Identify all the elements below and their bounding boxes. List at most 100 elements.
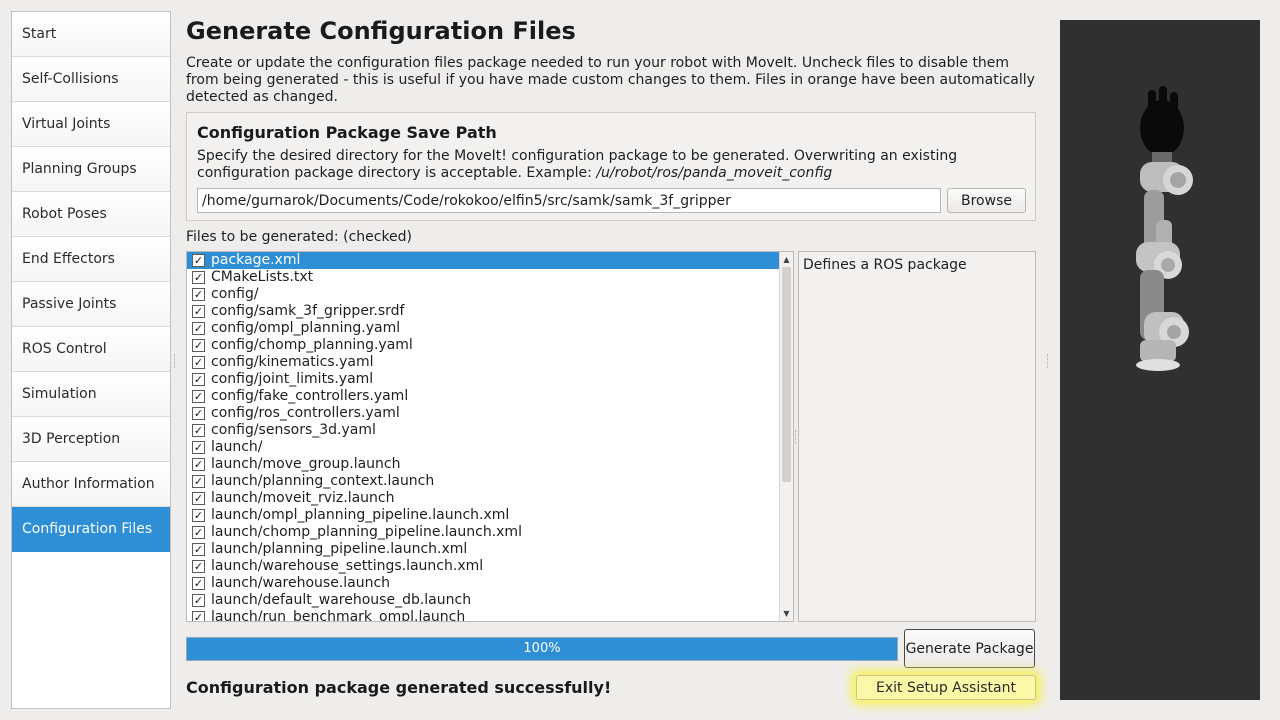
file-list-item[interactable]: ✓ launch/ompl_planning_pipeline.launch.xm…: [187, 507, 793, 524]
scrollbar-thumb[interactable]: [782, 267, 791, 482]
arm-graphic: [1136, 152, 1193, 371]
scroll-down-arrow-icon[interactable]: ▼: [780, 607, 793, 620]
file-checkbox[interactable]: ✓: [192, 407, 205, 420]
sidebar-item-configuration-files[interactable]: Configuration Files: [12, 507, 170, 552]
sidebar-item-simulation[interactable]: Simulation: [12, 372, 170, 417]
file-list-item[interactable]: ✓ package.xml: [187, 252, 793, 269]
save-path-title: Configuration Package Save Path: [197, 123, 497, 142]
file-checkbox[interactable]: ✓: [192, 441, 205, 454]
main-panel: Generate Configuration Files Create or u…: [186, 0, 1036, 720]
file-item-label: launch/: [211, 439, 263, 455]
sidebar-item-virtual-joints[interactable]: Virtual Joints: [12, 102, 170, 147]
file-list-item[interactable]: ✓ config/sensors_3d.yaml: [187, 422, 793, 439]
file-item-label: config/sensors_3d.yaml: [211, 422, 376, 438]
file-checkbox[interactable]: ✓: [192, 611, 205, 621]
save-path-input[interactable]: [197, 188, 941, 213]
page-title: Generate Configuration Files: [186, 17, 576, 45]
file-item-label: config/samk_3f_gripper.srdf: [211, 303, 405, 319]
file-checkbox[interactable]: ✓: [192, 560, 205, 573]
file-item-label: config/fake_controllers.yaml: [211, 388, 409, 404]
file-checkbox[interactable]: ✓: [192, 288, 205, 301]
sidebar-item-start[interactable]: Start: [12, 12, 170, 57]
viewer-splitter-handle[interactable]: [1047, 354, 1050, 368]
sidebar-item-robot-poses[interactable]: Robot Poses: [12, 192, 170, 237]
file-checkbox[interactable]: ✓: [192, 458, 205, 471]
file-item-label: config/kinematics.yaml: [211, 354, 374, 370]
file-checkbox[interactable]: ✓: [192, 373, 205, 386]
file-checkbox[interactable]: ✓: [192, 254, 205, 267]
file-list-item[interactable]: ✓ config/ros_controllers.yaml: [187, 405, 793, 422]
files-label: Files to be generated: (checked): [186, 229, 413, 245]
file-item-label: launch/chomp_planning_pipeline.launch.xm…: [211, 524, 522, 540]
file-list-item[interactable]: ✓ config/: [187, 286, 793, 303]
file-list-item[interactable]: ✓ config/samk_3f_gripper.srdf: [187, 303, 793, 320]
sidebar-item-planning-groups[interactable]: Planning Groups: [12, 147, 170, 192]
file-list-item[interactable]: ✓ config/ompl_planning.yaml: [187, 320, 793, 337]
sidebar-item-3d-perception[interactable]: 3D Perception: [12, 417, 170, 462]
file-list-item[interactable]: ✓ launch/moveit_rviz.launch: [187, 490, 793, 507]
file-checkbox[interactable]: ✓: [192, 305, 205, 318]
sidebar-nav: Start Self-Collisions Virtual Joints Pla…: [11, 11, 171, 709]
file-checkbox[interactable]: ✓: [192, 475, 205, 488]
progress-bar: 100%: [186, 637, 898, 661]
file-description-panel: Defines a ROS package: [798, 251, 1036, 622]
gripper-graphic: [1140, 86, 1184, 156]
file-list-item[interactable]: ✓ launch/: [187, 439, 793, 456]
file-item-label: launch/warehouse_settings.launch.xml: [211, 558, 484, 574]
file-checkbox[interactable]: ✓: [192, 543, 205, 556]
file-list-item[interactable]: ✓ launch/chomp_planning_pipeline.launch.x…: [187, 524, 793, 541]
exit-setup-assistant-button[interactable]: Exit Setup Assistant: [856, 675, 1036, 700]
file-list-item[interactable]: ✓ launch/move_group.launch: [187, 456, 793, 473]
file-list-item[interactable]: ✓ launch/default_warehouse_db.launch: [187, 592, 793, 609]
file-checkbox[interactable]: ✓: [192, 594, 205, 607]
browse-button[interactable]: Browse: [947, 188, 1026, 213]
generate-package-button[interactable]: Generate Package: [904, 629, 1035, 668]
file-list-item[interactable]: ✓ launch/warehouse.launch: [187, 575, 793, 592]
file-item-label: launch/move_group.launch: [211, 456, 401, 472]
file-item-label: launch/run_benchmark_ompl.launch: [211, 609, 466, 622]
save-path-group: Configuration Package Save Path Specify …: [186, 112, 1036, 221]
file-item-label: config/joint_limits.yaml: [211, 371, 374, 387]
file-checkbox[interactable]: ✓: [192, 356, 205, 369]
scroll-up-arrow-icon[interactable]: ▲: [780, 253, 793, 266]
file-checkbox[interactable]: ✓: [192, 390, 205, 403]
sidebar-item-passive-joints[interactable]: Passive Joints: [12, 282, 170, 327]
sidebar-item-end-effectors[interactable]: End Effectors: [12, 237, 170, 282]
file-checkbox[interactable]: ✓: [192, 509, 205, 522]
file-checkbox[interactable]: ✓: [192, 526, 205, 539]
robot-3d-view[interactable]: [1060, 20, 1260, 700]
save-path-example: /u/robot/ros/panda_moveit_config: [596, 165, 833, 181]
file-checkbox[interactable]: ✓: [192, 577, 205, 590]
file-list-item[interactable]: ✓ config/chomp_planning.yaml: [187, 337, 793, 354]
file-list-scrollbar[interactable]: ▲ ▼: [779, 252, 793, 621]
sidebar-item-self-collisions[interactable]: Self-Collisions: [12, 57, 170, 102]
file-item-label: launch/warehouse.launch: [211, 575, 391, 591]
file-item-label: config/: [211, 286, 259, 302]
file-list-item[interactable]: ✓ CMakeLists.txt: [187, 269, 793, 286]
sidebar-item-ros-control[interactable]: ROS Control: [12, 327, 170, 372]
file-item-label: launch/planning_context.launch: [211, 473, 435, 489]
file-checkbox[interactable]: ✓: [192, 492, 205, 505]
file-item-label: launch/ompl_planning_pipeline.launch.xml: [211, 507, 510, 523]
file-list-item[interactable]: ✓ config/fake_controllers.yaml: [187, 388, 793, 405]
file-item-label: CMakeLists.txt: [211, 269, 314, 285]
file-list-item[interactable]: ✓ config/kinematics.yaml: [187, 354, 793, 371]
file-checkbox[interactable]: ✓: [192, 424, 205, 437]
list-splitter-handle[interactable]: [795, 430, 798, 444]
file-list[interactable]: ✓ package.xml ✓ CMakeLists.txt ✓ config/ ✓ conf…: [186, 251, 794, 622]
file-list-item[interactable]: ✓ launch/run_benchmark_ompl.launch: [187, 609, 793, 622]
file-checkbox[interactable]: ✓: [192, 322, 205, 335]
robot-model-graphic: [1136, 86, 1193, 371]
file-list-item[interactable]: ✓ launch/planning_context.launch: [187, 473, 793, 490]
file-item-label: config/ros_controllers.yaml: [211, 405, 400, 421]
sidebar-splitter-handle[interactable]: [174, 354, 177, 368]
file-checkbox[interactable]: ✓: [192, 271, 205, 284]
page-description: Create or update the configuration files…: [186, 55, 1035, 105]
file-item-label: launch/default_warehouse_db.launch: [211, 592, 472, 608]
file-item-label: launch/moveit_rviz.launch: [211, 490, 395, 506]
sidebar-item-author-information[interactable]: Author Information: [12, 462, 170, 507]
file-list-item[interactable]: ✓ config/joint_limits.yaml: [187, 371, 793, 388]
file-list-item[interactable]: ✓ launch/planning_pipeline.launch.xml: [187, 541, 793, 558]
file-list-item[interactable]: ✓ launch/warehouse_settings.launch.xml: [187, 558, 793, 575]
file-checkbox[interactable]: ✓: [192, 339, 205, 352]
